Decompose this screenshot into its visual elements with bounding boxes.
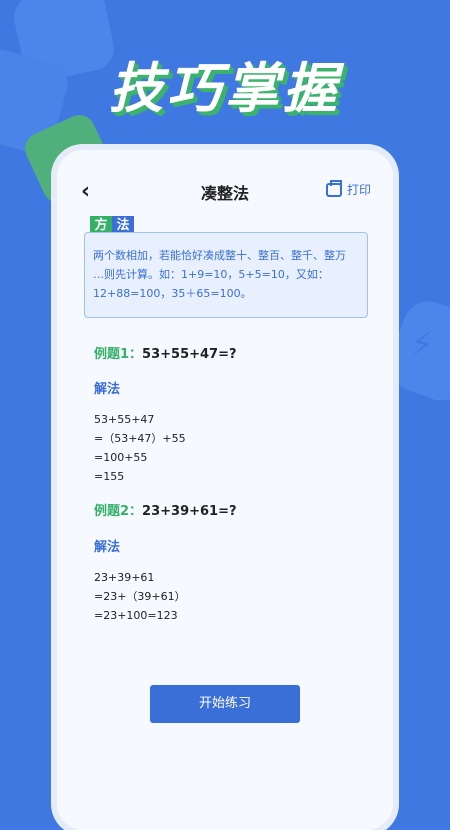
hero-title: 技巧掌握 xyxy=(109,57,341,120)
method-line: 两个数相加，若能恰好凑成整十、整百、整千、整万 xyxy=(93,249,346,262)
example-1-title: 例题1：53+55+47=? xyxy=(94,343,237,362)
print-button[interactable]: 打印 xyxy=(325,179,371,198)
solution-step: 23+39+61 xyxy=(94,571,155,584)
example-label: 例题2： xyxy=(94,504,143,519)
method-description: 两个数相加，若能恰好凑成整十、整百、整千、整万 …则先计算。如：1+9=10，5… xyxy=(84,232,368,318)
nav-bar: ‹ 凑整法 打印 xyxy=(57,178,393,208)
example-label: 例题1： xyxy=(94,347,143,362)
solution-label: 解法 xyxy=(94,382,121,397)
solution-step: =23+100=123 xyxy=(94,609,178,622)
lightning-icon: ⚡ xyxy=(410,325,434,365)
solution-step: =155 xyxy=(94,470,125,483)
start-practice-button[interactable]: 开始练习 xyxy=(150,685,300,723)
example-expression: 23+39+61=? xyxy=(142,504,237,519)
solution-steps: 23+39+61 =23+（39+61） =23+100=123 xyxy=(94,568,186,625)
solution-label: 解法 xyxy=(94,540,121,555)
example-2-title: 例题2：23+39+61=? xyxy=(94,500,237,519)
solution-step: =100+55 xyxy=(94,451,148,464)
solution-step: =23+（39+61） xyxy=(94,590,186,603)
solution-step: =（53+47）+55 xyxy=(94,432,186,445)
printer-icon xyxy=(325,179,342,197)
solution-steps: 53+55+47 =（53+47）+55 =100+55 =155 xyxy=(94,410,186,486)
print-label: 打印 xyxy=(346,183,371,197)
method-line: 12+88=100，35＋65=100。 xyxy=(93,287,252,300)
phone-screen: ‹ 凑整法 打印 方 法 两个数相加，若能恰好凑成整十、整百、整千、整万 …则先… xyxy=(57,150,393,830)
method-line: …则先计算。如：1+9=10，5+5=10，又如： xyxy=(93,268,329,281)
example-expression: 53+55+47=? xyxy=(142,347,237,362)
solution-step: 53+55+47 xyxy=(94,413,155,426)
